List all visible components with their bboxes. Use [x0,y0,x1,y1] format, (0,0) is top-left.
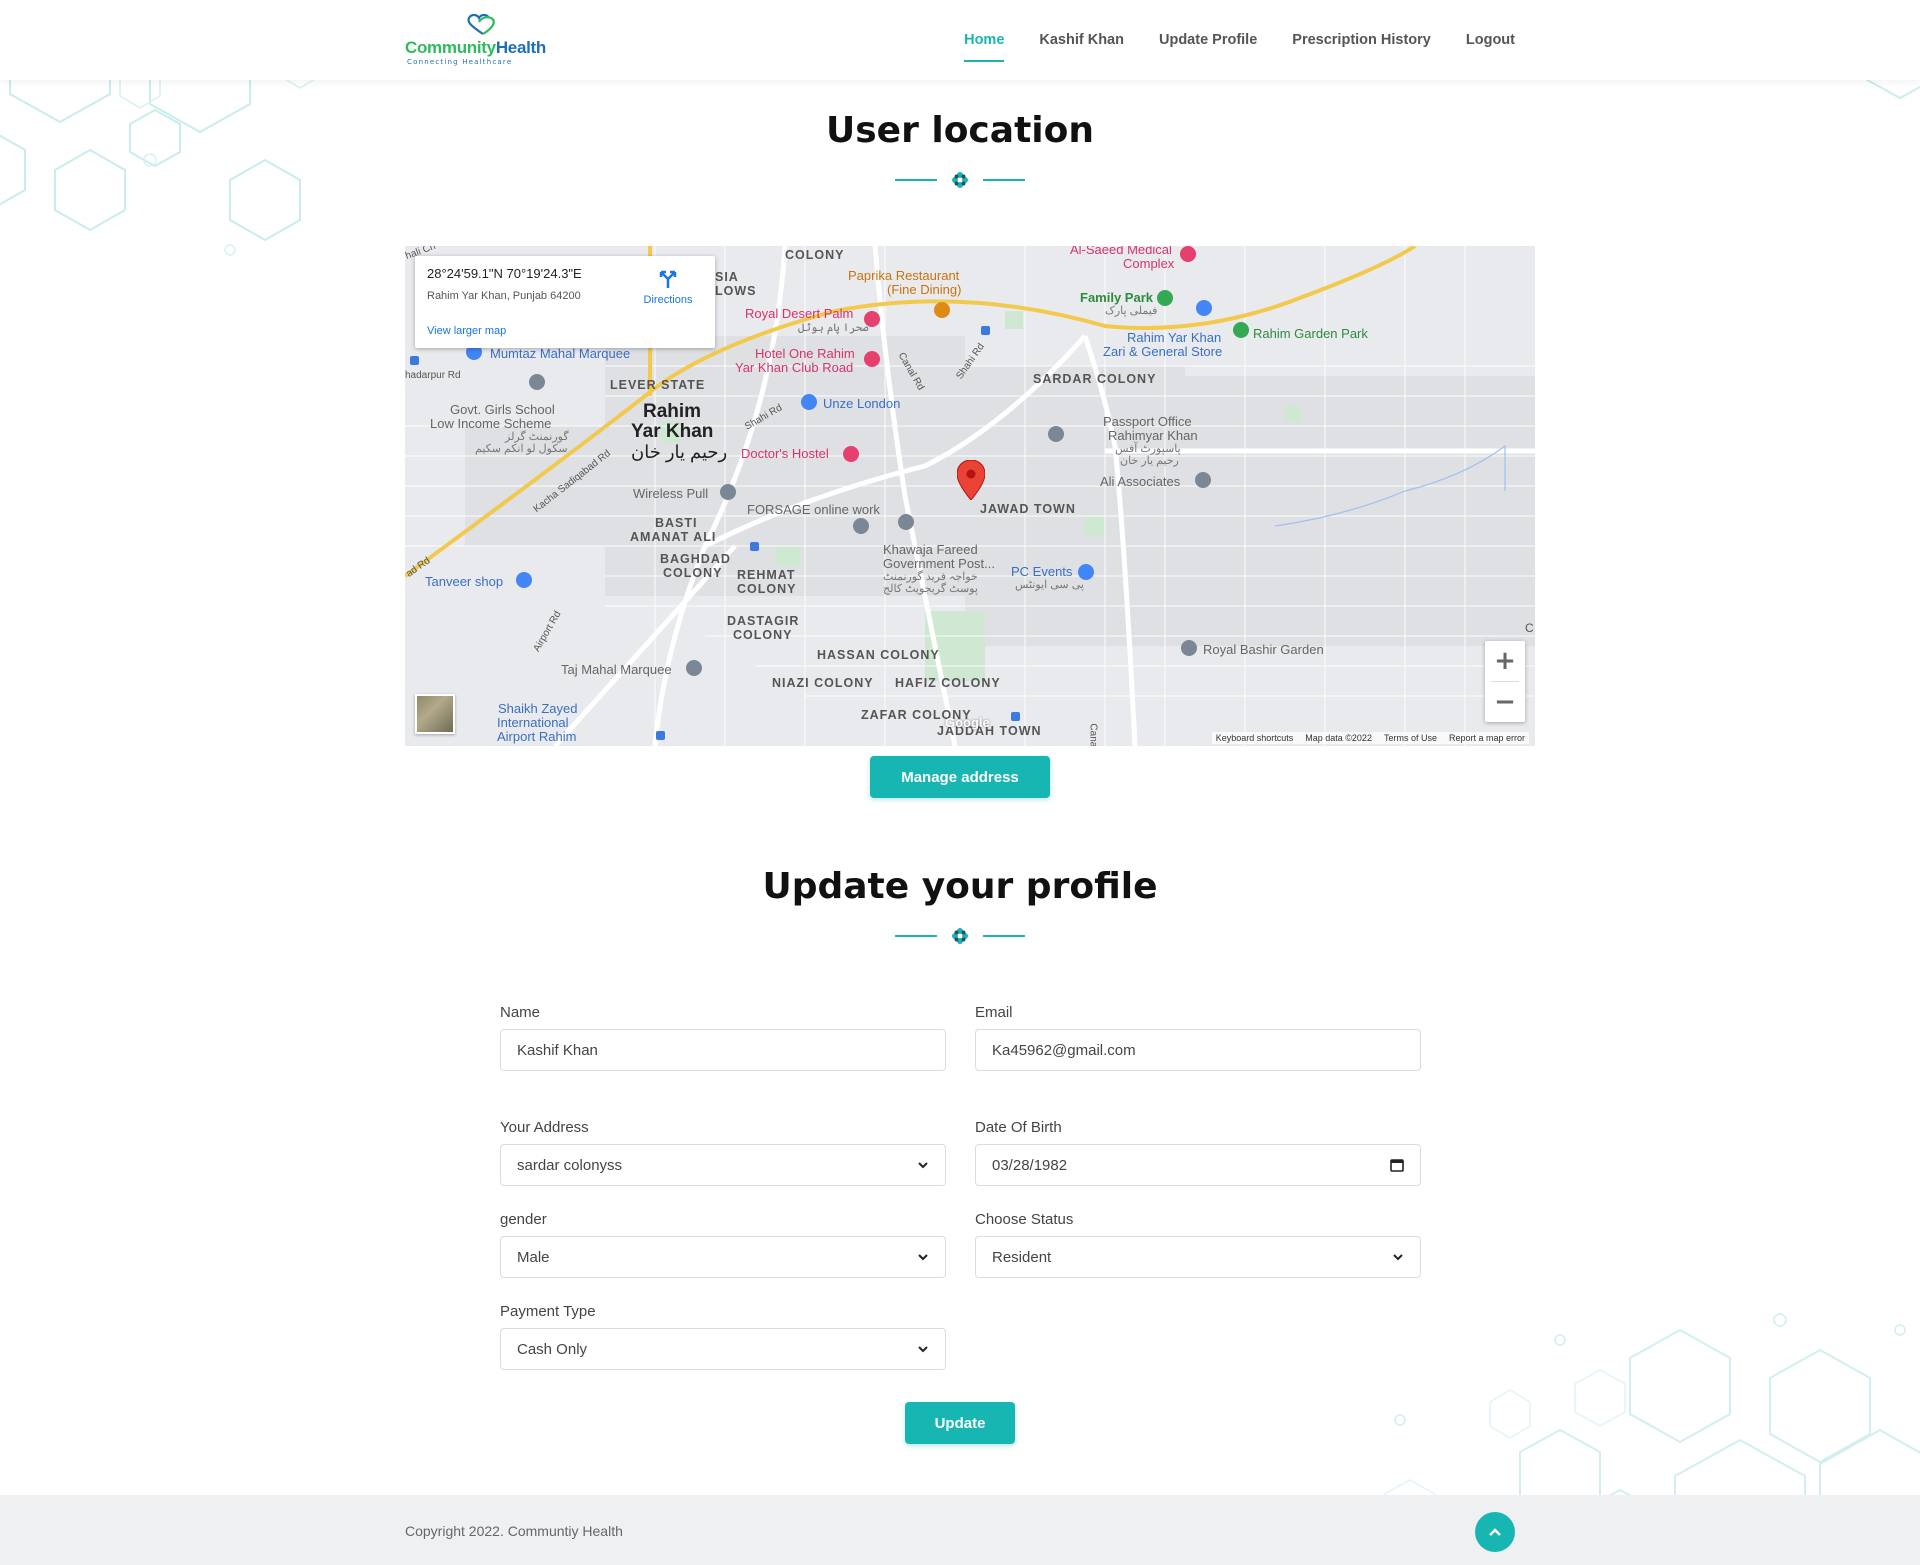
report-error-link[interactable]: Report a map error [1449,733,1525,743]
poi-marker [529,374,1211,676]
keyboard-shortcuts-link[interactable]: Keyboard shortcuts [1216,733,1294,743]
copyright-text: Copyright 2022. Communtiy Health [405,1523,623,1539]
main-nav: Home Kashif Khan Update Profile Prescrip… [964,0,1515,80]
poi-marker [843,246,1196,462]
dob-input[interactable]: 03/28/1982 [975,1144,1421,1186]
name-input[interactable]: Kashif Khan [500,1029,946,1071]
gender-value: Male [517,1248,550,1266]
directions-icon [659,270,677,288]
dob-label: Date Of Birth [975,1119,1062,1136]
divider-line [983,935,1025,937]
nav-prescription-history[interactable]: Prescription History [1292,26,1431,54]
zoom-in-button[interactable]: + [1485,641,1525,681]
brand-logo[interactable]: CommunityHealth Connecting Healthcare [405,14,575,66]
scroll-to-top-button[interactable] [1475,1512,1515,1552]
gender-select[interactable]: Male [500,1236,946,1278]
divider-line [895,179,937,181]
zoom-out-button[interactable]: − [1485,682,1525,722]
directions-label: Directions [643,294,693,306]
chevron-down-icon [918,1254,928,1261]
brand-name: CommunityHealth [405,38,546,57]
divider-line [895,935,937,937]
chevron-down-icon [1393,1254,1403,1261]
zoom-control: + − [1485,641,1525,722]
address-label: Your Address [500,1119,589,1136]
heart-logo-icon [467,14,495,35]
user-location-title: User location [826,110,1094,151]
chevron-up-icon [1489,1528,1501,1536]
directions-button[interactable]: Directions [633,268,703,306]
medical-flower-icon [952,928,968,944]
title-divider [895,926,1025,946]
location-map[interactable]: COLONY SIA LOWS Al-Saeed Medical Complex… [405,246,1535,746]
dob-value: 03/28/1982 [992,1156,1068,1174]
poi-marker [934,302,950,318]
nav-home[interactable]: Home [964,26,1005,62]
update-profile-title: Update your profile [762,866,1158,907]
map-coordinates: 28°24'59.1"N 70°19'24.3"E [427,266,582,281]
google-logo: Google [945,715,990,730]
status-select[interactable]: Resident [975,1236,1421,1278]
terms-link[interactable]: Terms of Use [1384,733,1437,743]
chevron-down-icon [918,1346,928,1353]
payment-value: Cash Only [517,1340,588,1358]
map-data-text: Map data ©2022 [1305,733,1372,743]
email-label: Email [975,1004,1013,1021]
chevron-down-icon [918,1162,928,1169]
calendar-icon[interactable] [1390,1158,1404,1172]
brand-tagline: Connecting Healthcare [407,58,513,66]
satellite-toggle[interactable] [415,694,455,734]
nav-logout[interactable]: Logout [1466,26,1515,54]
nav-update-profile[interactable]: Update Profile [1159,26,1257,54]
address-value: sardar colonyss [517,1156,623,1174]
status-value: Resident [992,1248,1052,1266]
email-input[interactable]: Ka45962@gmail.com [975,1029,1421,1071]
map-address: Rahim Yar Khan, Punjab 64200 [427,290,581,302]
divider-line [983,179,1025,181]
status-label: Choose Status [975,1211,1074,1228]
update-button[interactable]: Update [905,1402,1015,1444]
nav-user-name[interactable]: Kashif Khan [1039,26,1124,54]
name-value: Kashif Khan [517,1041,598,1059]
email-value: Ka45962@gmail.com [992,1041,1136,1059]
payment-label: Payment Type [500,1303,596,1320]
map-pin-icon[interactable] [957,460,985,500]
address-select[interactable]: sardar colonyss [500,1144,946,1186]
manage-address-button[interactable]: Manage address [870,756,1050,798]
view-larger-map-link[interactable]: View larger map [427,325,506,337]
map-info-card: 28°24'59.1"N 70°19'24.3"E Rahim Yar Khan… [415,256,715,348]
name-label: Name [500,1004,541,1021]
gender-label: gender [500,1211,547,1228]
map-attribution: Keyboard shortcuts Map data ©2022 Terms … [1211,732,1529,744]
title-divider [895,170,1025,190]
footer: Copyright 2022. Communtiy Health [0,1495,1920,1565]
medical-flower-icon [952,172,968,188]
top-navbar: CommunityHealth Connecting Healthcare Ho… [0,0,1920,80]
payment-select[interactable]: Cash Only [500,1328,946,1370]
